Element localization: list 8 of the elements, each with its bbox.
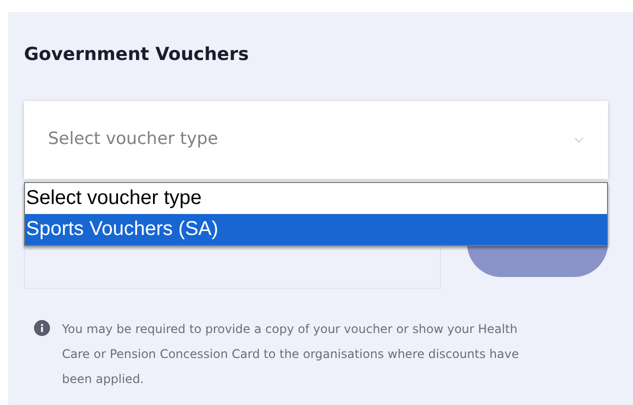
dropdown-option[interactable]: Sports Vouchers (SA) [25,214,607,245]
voucher-type-select[interactable]: Select voucher type [24,101,608,179]
chevron-down-icon [574,137,584,143]
info-icon [34,320,50,336]
dropdown-option[interactable]: Select voucher type [25,183,607,214]
section-title: Government Vouchers [24,43,250,67]
select-placeholder: Select voucher type [48,128,218,152]
info-note: You may be required to provide a copy of your voucher or show your Health Care or Pension Concession Card to the organisations where discounts have been applied. [62,321,520,388]
